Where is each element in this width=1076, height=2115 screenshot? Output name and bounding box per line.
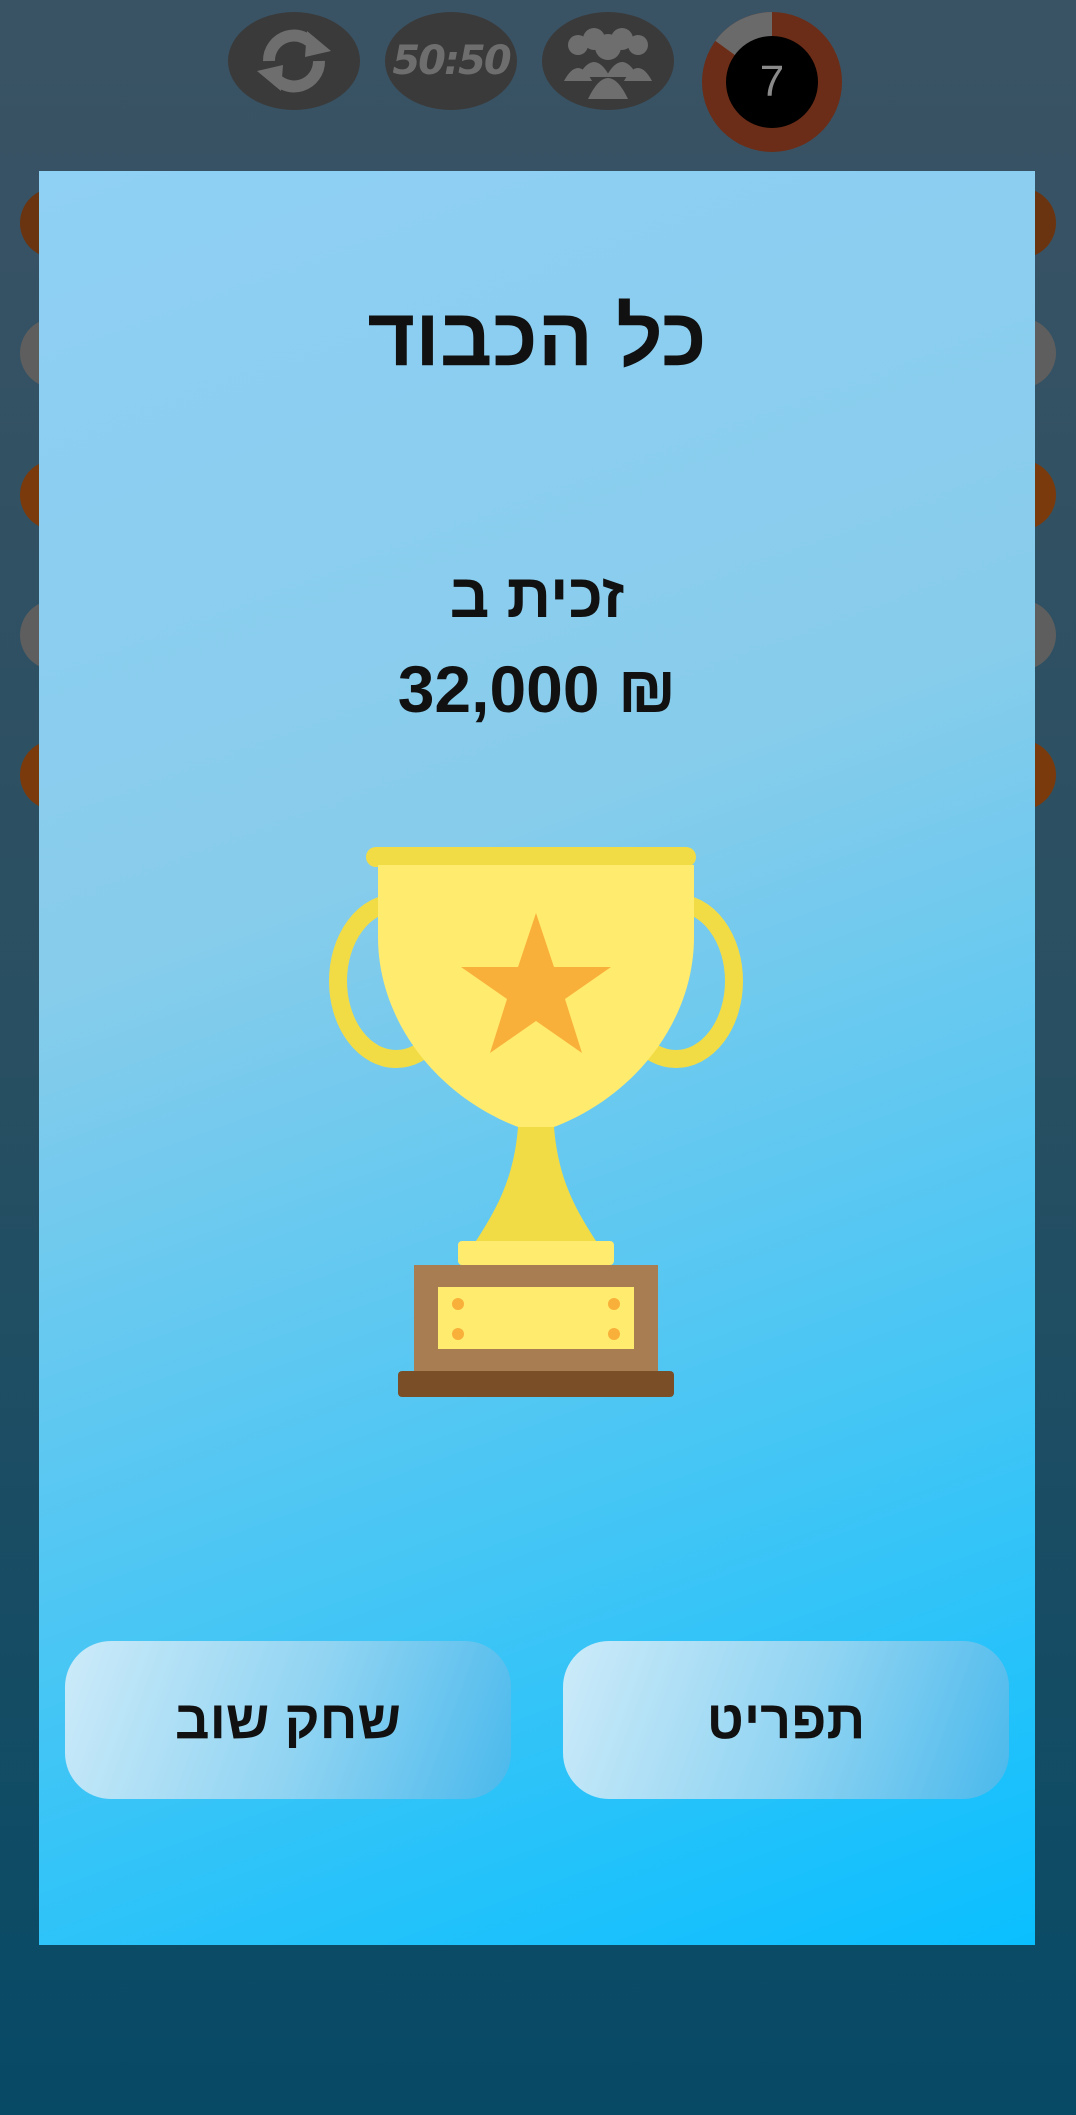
won-label: זכית ב [449,562,625,631]
switch-question-lifeline[interactable] [228,12,360,110]
play-again-button[interactable]: שחק שוב [65,1641,511,1799]
timer-value: 7 [759,57,785,106]
ask-audience-lifeline[interactable] [542,12,674,110]
win-dialog: כל הכבוד זכית ב ₪ 32,000 תפריט שחק שוב [39,171,1035,1945]
menu-button[interactable]: תפריט [563,1641,1009,1799]
dialog-title: כל הכבוד [367,292,707,383]
trophy-icon [329,847,743,1397]
people-icon [564,28,652,99]
question-timer: 7 [702,12,842,152]
fifty-fifty-lifeline[interactable]: 50:50 [385,12,517,110]
prize-amount: ₪ 32,000 [397,652,677,726]
fifty-fifty-label: 50:50 [392,38,511,84]
refresh-icon [257,29,331,93]
